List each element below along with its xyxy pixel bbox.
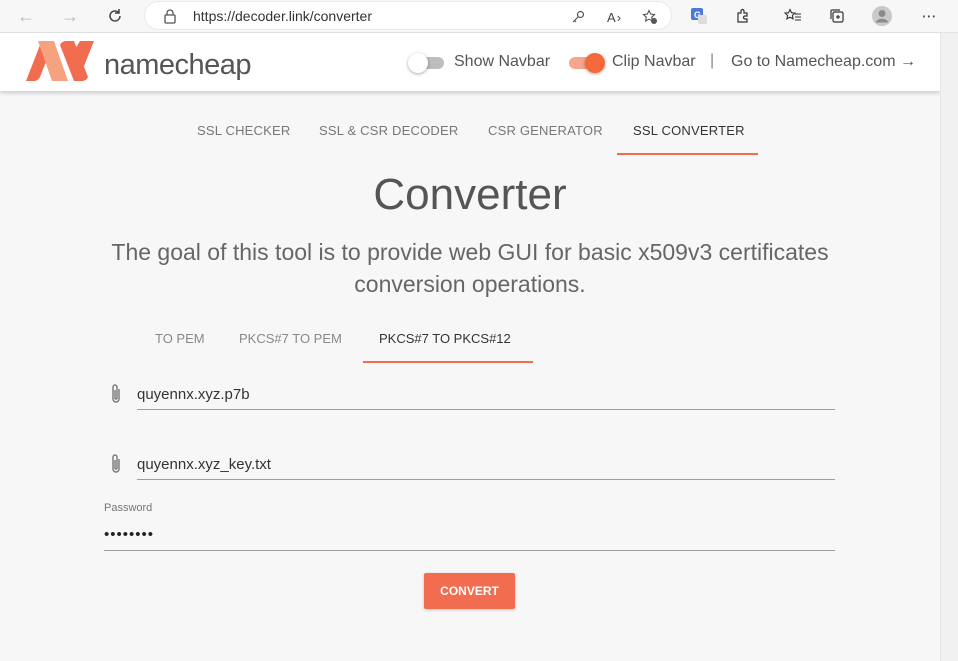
tab-pkcs7-to-pkcs12[interactable]: PKCS#7 TO PKCS#12 <box>379 331 511 346</box>
extensions-puzzle-icon[interactable] <box>732 5 754 27</box>
favorite-add-icon[interactable] <box>641 8 659 26</box>
show-navbar-label: Show Navbar <box>454 53 551 70</box>
key-icon[interactable] <box>569 8 587 26</box>
certificate-file-field[interactable]: quyennx.xyz.p7b <box>137 382 835 410</box>
tab-csr-generator[interactable]: CSR GENERATOR <box>488 123 603 138</box>
back-arrow-icon[interactable]: ← <box>14 5 38 27</box>
convert-button[interactable]: CONVERT <box>424 573 515 609</box>
collections-icon[interactable] <box>826 5 848 27</box>
clip-navbar-label: Clip Navbar <box>612 53 696 70</box>
show-navbar-toggle[interactable] <box>408 52 446 73</box>
translate-extension-icon[interactable]: G <box>688 5 710 27</box>
tab-pkcs7-to-pem[interactable]: PKCS#7 TO PEM <box>239 331 342 346</box>
browser-toolbar: ← → https://decoder.link/converter A › G… <box>0 0 958 33</box>
tab-ssl-csr-decoder[interactable]: SSL & CSR DECODER <box>319 123 458 138</box>
active-tab-indicator <box>617 153 758 155</box>
page-title: Converter <box>373 170 567 219</box>
namecheap-logo-icon[interactable] <box>24 41 96 81</box>
url-text[interactable]: https://decoder.link/converter <box>193 8 372 24</box>
password-label: Password <box>104 502 153 514</box>
private-key-file-field[interactable]: quyennx.xyz_key.txt <box>137 452 835 480</box>
tab-to-pem[interactable]: TO PEM <box>155 331 205 346</box>
read-aloud-icon[interactable]: A › <box>605 8 623 26</box>
active-converter-tab-indicator <box>363 361 533 363</box>
header-separator: | <box>710 52 715 69</box>
profile-avatar-icon[interactable] <box>871 5 893 27</box>
lock-icon <box>163 8 177 24</box>
page-scrollbar[interactable] <box>940 33 958 661</box>
tab-ssl-converter[interactable]: SSL CONVERTER <box>633 123 745 138</box>
reload-icon[interactable] <box>103 5 127 27</box>
more-menu-icon[interactable]: ⋯ <box>918 5 940 27</box>
paperclip-icon[interactable] <box>108 383 124 405</box>
paperclip-icon[interactable] <box>108 453 124 475</box>
private-key-file-name: quyennx.xyz_key.txt <box>137 456 271 473</box>
forward-arrow-icon[interactable]: → <box>58 5 82 27</box>
tab-ssl-checker[interactable]: SSL CHECKER <box>197 123 290 138</box>
logo-text[interactable]: namecheap <box>104 49 252 82</box>
address-bar[interactable]: https://decoder.link/converter A › <box>144 1 672 30</box>
goto-namecheap-link[interactable]: Go to Namecheap.com → <box>731 53 916 71</box>
favorites-icon[interactable] <box>782 5 804 27</box>
site-header: namecheap Show Navbar Clip Navbar | Go t… <box>0 33 940 91</box>
clip-navbar-toggle[interactable] <box>567 52 605 73</box>
certificate-file-name: quyennx.xyz.p7b <box>137 386 250 403</box>
page-description: The goal of this tool is to provide web … <box>111 239 829 297</box>
password-value: •••••••• <box>104 526 155 543</box>
password-field[interactable]: •••••••• <box>104 523 835 551</box>
